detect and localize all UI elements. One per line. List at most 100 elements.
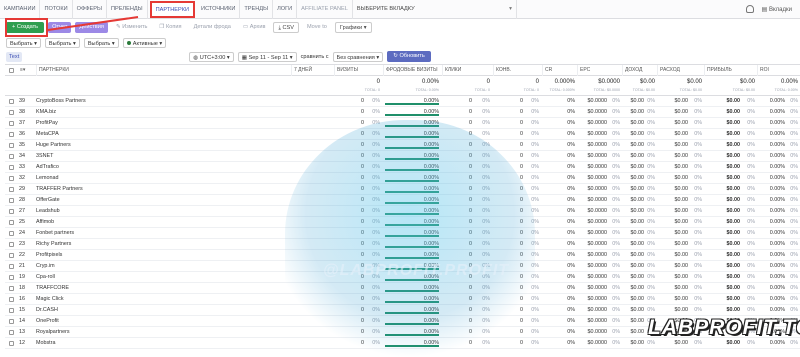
row-name[interactable]: Royalpartners	[36, 327, 70, 338]
row-name[interactable]: AdTrafico	[36, 162, 59, 173]
tab-landers[interactable]: ПРЕЛЕНДЫ	[107, 0, 148, 19]
row-checkbox[interactable]	[9, 176, 14, 181]
header-cost[interactable]: РАСХОД	[657, 65, 704, 76]
column-settings-icon[interactable]: ≡▾	[18, 65, 36, 76]
charts-dropdown[interactable]: Графики ▾	[334, 22, 372, 33]
row-checkbox[interactable]	[9, 308, 14, 313]
select-all-checkbox[interactable]	[9, 68, 14, 73]
status-filter[interactable]: Активные ▾	[122, 38, 167, 48]
header-conversions[interactable]: КОНВ.	[493, 65, 542, 76]
row-name[interactable]: CryptoBoss Partners	[36, 96, 86, 107]
total-epc: $0.0000	[598, 79, 620, 85]
fraud-details-button[interactable]: Детали фрода	[190, 22, 235, 33]
bell-icon[interactable]	[745, 5, 754, 13]
filter-select-2[interactable]: Выбрать ▾	[44, 38, 80, 48]
row-checkbox[interactable]	[9, 154, 14, 159]
tabs-menu[interactable]: ▤ Вкладки	[762, 6, 792, 13]
header-visits[interactable]: ВИЗИТЫ	[334, 65, 383, 76]
row-checkbox[interactable]	[9, 198, 14, 203]
row-checkbox[interactable]	[9, 242, 14, 247]
row-name[interactable]: Cpa-roll	[36, 272, 55, 283]
tab-offers[interactable]: ОФФЕРЫ	[73, 0, 107, 19]
edit-button[interactable]: ✎ Изменить	[112, 22, 151, 33]
row-roi: 0.00%	[769, 252, 785, 258]
header-fraud-visits[interactable]: ФРОДОВЫЕ ВИЗИТЫ	[383, 65, 442, 76]
row-checkbox[interactable]	[9, 220, 14, 225]
row-checkbox[interactable]	[9, 275, 14, 280]
refresh-button[interactable]: ↻ Обновить	[387, 51, 431, 62]
header-roi[interactable]: ROI	[757, 65, 800, 76]
row-name[interactable]: Affimob	[36, 217, 54, 228]
row-checkbox[interactable]	[9, 264, 14, 269]
row-checkbox[interactable]	[9, 319, 14, 324]
row-checkbox[interactable]	[9, 165, 14, 170]
report-button[interactable]: Отчет	[48, 22, 72, 33]
row-checkbox[interactable]	[9, 297, 14, 302]
header-cr[interactable]: CR	[542, 65, 577, 76]
tab-affiliate-panel[interactable]: AFFILIATE PANEL	[297, 0, 353, 19]
row-profit-pct: 0%	[747, 241, 755, 247]
tab-affiliate-networks[interactable]: ПАРТНЕРКИ	[149, 0, 196, 18]
row-checkbox[interactable]	[9, 286, 14, 291]
move-to-button[interactable]: Move to	[303, 22, 331, 33]
row-checkbox[interactable]	[9, 121, 14, 126]
header-clicks[interactable]: КЛИКИ	[442, 65, 493, 76]
date-range-picker[interactable]: ▦ Sep 11 - Sep 11 ▾	[237, 51, 297, 62]
row-name[interactable]: Dr.CASH	[36, 305, 58, 316]
row-checkbox[interactable]	[9, 187, 14, 192]
row-epc-pct: 0%	[612, 208, 620, 214]
row-checkbox[interactable]	[9, 110, 14, 115]
table-row[interactable]: 39 CryptoBoss Partners 0 0% 0.00% 0 0% 0 0% 0% $0.…	[5, 96, 800, 107]
chevron-down-icon: ▾	[362, 25, 367, 31]
row-name[interactable]: ProfitPay	[36, 118, 58, 129]
actions-button[interactable]: Действия	[75, 22, 108, 33]
row-cost-pct: 0%	[694, 219, 702, 225]
row-name[interactable]: MetaCPA	[36, 129, 59, 140]
row-name[interactable]: KMA.biz	[36, 107, 56, 118]
row-name[interactable]: TRAFFCORE	[36, 283, 69, 294]
row-epc-pct: 0%	[612, 285, 620, 291]
row-checkbox[interactable]	[9, 209, 14, 214]
row-name[interactable]: Lemonad	[36, 173, 58, 184]
header-revenue[interactable]: ДОХОД	[622, 65, 657, 76]
row-name[interactable]: Cryp.im	[36, 261, 55, 272]
row-name[interactable]: Richy Partners	[36, 239, 71, 250]
row-name[interactable]: Magic Click	[36, 294, 64, 305]
tab-trends[interactable]: ТРЕНДЫ	[240, 0, 274, 19]
row-name[interactable]: Leadshub	[36, 206, 60, 217]
header-7days[interactable]: 7 ДНЕЙ	[291, 65, 334, 76]
row-checkbox[interactable]	[9, 253, 14, 258]
row-name[interactable]: Profitpixels	[36, 250, 62, 261]
row-name[interactable]: OneProfit	[36, 316, 59, 327]
row-checkbox[interactable]	[9, 132, 14, 137]
row-name[interactable]: Mobstra	[36, 338, 55, 349]
tab-sources[interactable]: ИСТОЧНИКИ	[197, 0, 241, 19]
timezone-select[interactable]: ◍ UTC+3:00 ▾	[189, 51, 234, 62]
filter-select-1[interactable]: Выбрать ▾	[6, 38, 41, 48]
row-checkbox[interactable]	[9, 99, 14, 104]
row-name[interactable]: Huge Partners	[36, 140, 71, 151]
tab-logs[interactable]: ЛОГИ	[273, 0, 298, 19]
table-row[interactable]: 38 KMA.biz 0 0% 0.00% 0 0% 0 0% 0% $0.0000 0% $0.00 0…	[5, 107, 800, 118]
clone-button[interactable]: ❐ Копия	[155, 22, 185, 33]
row-roi-pct: 0%	[790, 98, 798, 104]
tab-campaigns[interactable]: КАМПАНИИ	[0, 0, 41, 19]
filter-select-3[interactable]: Выбрать ▾	[83, 38, 119, 48]
row-checkbox[interactable]	[9, 143, 14, 148]
compare-select[interactable]: Без сравнения ▾	[332, 51, 384, 62]
row-name[interactable]: Fonbet partners	[36, 228, 74, 239]
text-button[interactable]: Text	[6, 51, 23, 62]
row-name[interactable]: TRAFFER Partners	[36, 184, 83, 195]
archive-button[interactable]: ▭ Архив	[239, 22, 270, 33]
header-epc[interactable]: EPC	[577, 65, 622, 76]
row-checkbox[interactable]	[9, 341, 14, 346]
csv-button[interactable]: ⤓ CSV	[273, 22, 299, 33]
select-tab-dropdown[interactable]: ВЫБЕРИТЕ ВКЛАДКУ	[353, 0, 517, 19]
row-name[interactable]: 3SNET	[36, 151, 53, 162]
header-profit[interactable]: ПРИБЫЛЬ	[704, 65, 757, 76]
row-checkbox[interactable]	[9, 330, 14, 335]
tab-flows[interactable]: ПОТОКИ	[40, 0, 73, 19]
header-name[interactable]: ПАРТНЕРКИ	[36, 65, 291, 76]
row-checkbox[interactable]	[9, 231, 14, 236]
row-name[interactable]: OfferGate	[36, 195, 60, 206]
